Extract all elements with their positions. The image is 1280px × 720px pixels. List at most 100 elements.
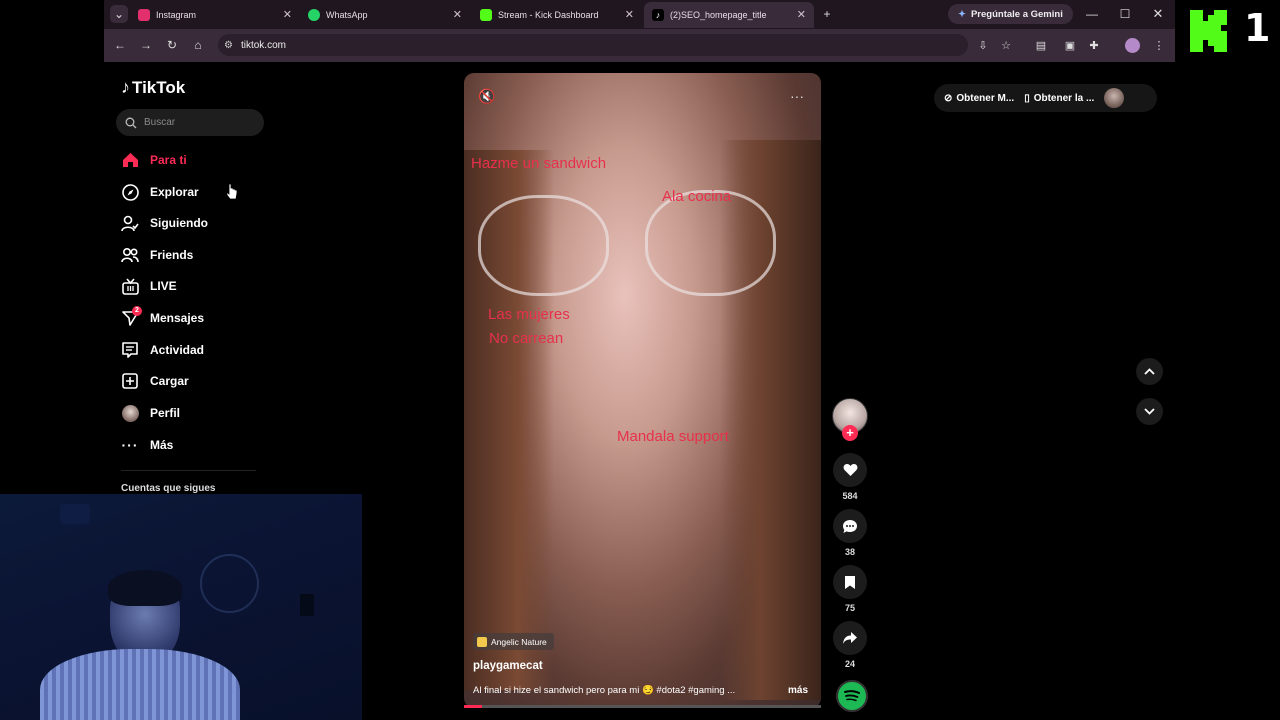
- heart-icon: [843, 464, 857, 476]
- close-window-icon[interactable]: ✕: [1149, 5, 1167, 23]
- share-icon: [843, 632, 857, 644]
- top-actions-bar: ⊘ Obtener M... ▯ Obtener la ...: [934, 84, 1157, 112]
- nav-perfil[interactable]: Perfil: [121, 403, 180, 423]
- tiktok-logo-text: TikTok: [132, 77, 186, 97]
- mute-icon[interactable]: 🔇: [478, 88, 495, 105]
- close-icon[interactable]: ✕: [625, 8, 634, 21]
- nav-label: Más: [150, 438, 174, 452]
- video-progress-bar[interactable]: [464, 705, 821, 708]
- home-browser-icon[interactable]: ⌂: [189, 36, 207, 54]
- nav-live[interactable]: LIVE: [121, 276, 177, 296]
- kick-logo: [1190, 10, 1227, 52]
- instagram-icon: [138, 9, 150, 21]
- next-video-button[interactable]: [1136, 398, 1163, 425]
- pill-label: Obtener la ...: [1033, 92, 1095, 104]
- live-icon: [121, 277, 139, 295]
- reload-icon[interactable]: ↻: [163, 36, 181, 54]
- nav-cargar[interactable]: Cargar: [121, 371, 189, 391]
- caption-more-link[interactable]: más: [788, 685, 808, 696]
- comment-count: 38: [844, 547, 855, 557]
- close-icon[interactable]: ✕: [797, 8, 806, 21]
- share-count: 24: [844, 659, 855, 669]
- tab-tiktok[interactable]: ♪ (2)SEO_homepage_title ✕: [644, 2, 814, 28]
- profile-avatar: [121, 404, 139, 422]
- nav-mensajes[interactable]: 2 Mensajes: [121, 306, 205, 328]
- compass-icon: [121, 183, 139, 201]
- overlay-number: 1: [1244, 6, 1271, 50]
- browser-profile-avatar[interactable]: [1125, 38, 1140, 53]
- like-button[interactable]: [833, 453, 867, 487]
- new-tab-icon[interactable]: +: [818, 5, 836, 23]
- back-icon[interactable]: ←: [111, 36, 129, 54]
- tab-search-icon[interactable]: ⌄: [110, 5, 128, 23]
- sidebar-divider: [121, 470, 256, 471]
- tiktok-icon: ♪: [652, 9, 664, 21]
- home-icon: [121, 151, 139, 169]
- activity-icon: [121, 341, 139, 359]
- nav-para-ti[interactable]: Para ti: [121, 150, 187, 170]
- gemini-button[interactable]: ✦ Pregúntale a Gemini: [948, 4, 1073, 24]
- minimize-icon[interactable]: —: [1083, 5, 1101, 23]
- gemini-icon: ✦: [958, 8, 966, 20]
- browser-menu-icon[interactable]: ⋮: [1150, 36, 1168, 54]
- nav-siguiendo[interactable]: Siguiendo: [121, 213, 208, 233]
- get-app-button[interactable]: ▯ Obtener la ...: [1014, 93, 1094, 104]
- video-overlay-text: Hazme un sandwich: [471, 155, 607, 172]
- coin-icon: ⊘: [944, 92, 953, 104]
- nav-actividad[interactable]: Actividad: [121, 340, 204, 360]
- tab-kick-dashboard[interactable]: Stream - Kick Dashboard ✕: [472, 2, 642, 28]
- close-icon[interactable]: ✕: [453, 8, 462, 21]
- webcam-overlay: [0, 494, 362, 720]
- video-author[interactable]: playgamecat: [473, 660, 543, 672]
- more-options-icon[interactable]: ···: [790, 88, 804, 104]
- previous-video-button[interactable]: [1136, 358, 1163, 385]
- nav-label: Mensajes: [150, 311, 205, 325]
- friends-icon: [121, 246, 139, 264]
- user-avatar[interactable]: [1104, 88, 1125, 108]
- video-overlay-text: No carrean: [489, 330, 564, 347]
- share-button[interactable]: [833, 621, 867, 655]
- media-icon[interactable]: ▤: [1032, 36, 1050, 54]
- comment-button[interactable]: [833, 509, 867, 543]
- tab-whatsapp[interactable]: WhatsApp ✕: [300, 2, 470, 28]
- nav-label: Explorar: [150, 185, 199, 199]
- tab-instagram[interactable]: Instagram ✕: [130, 2, 300, 28]
- effect-label: Angelic Nature: [491, 636, 547, 647]
- nav-explorar[interactable]: Explorar: [121, 182, 199, 202]
- chevron-down-icon: [1144, 408, 1155, 415]
- follow-plus-icon[interactable]: +: [842, 425, 858, 441]
- forward-icon[interactable]: →: [137, 36, 155, 54]
- mouse-cursor-icon: [226, 183, 238, 200]
- puzzle-icon[interactable]: ✚: [1085, 36, 1103, 54]
- nav-label: Friends: [150, 248, 194, 262]
- nav-friends[interactable]: Friends: [121, 245, 193, 265]
- search-placeholder: Buscar: [144, 117, 176, 128]
- following-accounts-header: Cuentas que sigues: [121, 483, 216, 494]
- video-overlay-text: Las mujeres: [488, 306, 570, 323]
- tab-label: (2)SEO_homepage_title: [670, 10, 767, 20]
- get-coins-button[interactable]: ⊘ Obtener M...: [934, 93, 1014, 104]
- more-icon: ···: [121, 437, 139, 453]
- nav-label: LIVE: [150, 279, 177, 293]
- nav-label: Actividad: [150, 343, 205, 357]
- tab-label: WhatsApp: [326, 10, 368, 20]
- kick-icon: [480, 9, 492, 21]
- tiktok-note-icon: ♪: [121, 77, 130, 97]
- maximize-icon[interactable]: ☐: [1116, 5, 1134, 23]
- nav-mas[interactable]: ··· Más: [121, 435, 174, 455]
- effect-icon: [477, 636, 487, 647]
- glasses-right: [645, 190, 776, 296]
- site-info-icon[interactable]: ⚙: [224, 40, 233, 51]
- extension-icon[interactable]: ▣: [1061, 36, 1079, 54]
- spotify-music-icon[interactable]: [836, 680, 868, 712]
- search-input[interactable]: Buscar: [116, 109, 264, 136]
- address-bar[interactable]: ⚙ tiktok.com: [218, 34, 968, 56]
- bookmark-star-icon[interactable]: ☆: [997, 36, 1015, 54]
- tiktok-logo[interactable]: ♪ TikTok: [121, 77, 185, 98]
- effect-tag[interactable]: Angelic Nature: [473, 633, 554, 650]
- save-button[interactable]: [833, 565, 867, 599]
- install-app-icon[interactable]: ⇩: [974, 36, 992, 54]
- nav-label: Perfil: [150, 406, 181, 420]
- close-icon[interactable]: ✕: [283, 8, 292, 21]
- gemini-label: Pregúntale a Gemini: [970, 8, 1063, 20]
